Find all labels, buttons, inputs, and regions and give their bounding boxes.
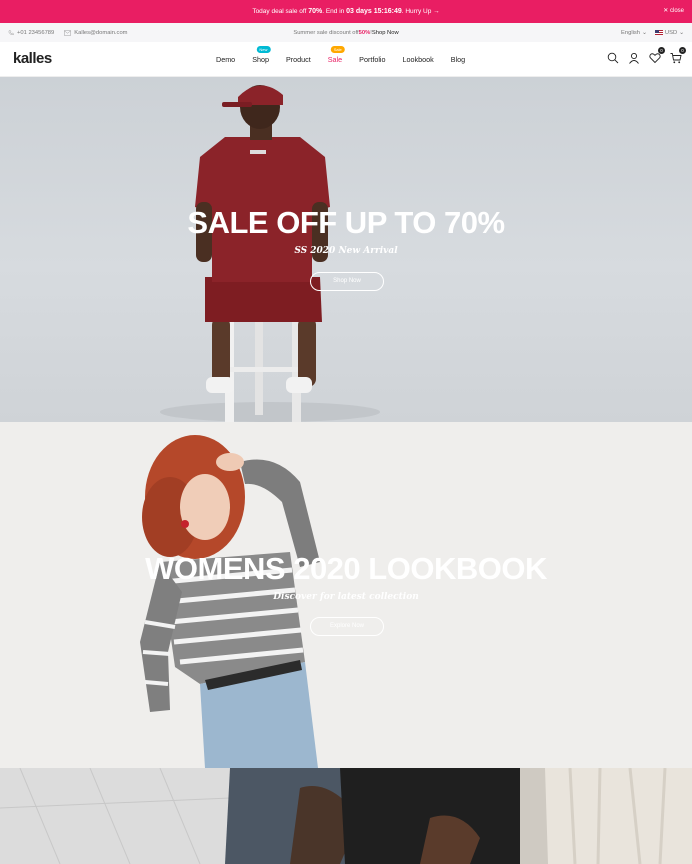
heart-icon (649, 53, 661, 64)
hero-slide-third (0, 768, 692, 864)
us-flag-icon (654, 30, 663, 35)
wishlist-count: 0 (658, 47, 665, 54)
cart-button[interactable]: 0 (670, 47, 686, 64)
hero-model-image (0, 768, 692, 864)
main-nav: Demo Shop New Product Sale Sale Portfolio … (216, 42, 482, 77)
nav-item-portfolio[interactable]: Portfolio (359, 55, 385, 64)
language-select[interactable]: English ⌄ (621, 30, 647, 36)
chevron-down-icon: ⌄ (679, 29, 684, 36)
email-contact[interactable]: Kalles@domain.com (64, 29, 128, 36)
sale-badge: Sale (330, 46, 345, 53)
hero-title: WOMENS 2020 LOOKBOOK (145, 551, 547, 586)
nav-item-demo[interactable]: Demo (216, 55, 235, 64)
hero-subtitle: SS 2020 New Arrival (294, 246, 398, 256)
currency-select[interactable]: USD ⌄ (654, 29, 684, 36)
hero-slide-sale: SALE OFF UP TO 70% SS 2020 New Arrival S… (0, 77, 692, 422)
promo-close-button[interactable]: ✕ close (663, 0, 684, 23)
cart-count: 0 (679, 47, 686, 54)
hero-title: SALE OFF UP TO 70% (187, 205, 505, 240)
search-icon (607, 52, 619, 64)
account-button[interactable] (628, 51, 640, 64)
phone-icon (8, 29, 14, 35)
shop-now-button[interactable]: Shop Now (310, 272, 384, 291)
main-header: kalles Demo Shop New Product Sale Sale Por… (0, 42, 692, 77)
chevron-down-icon: ⌄ (642, 29, 647, 36)
phone-contact[interactable]: +01 23456789 (8, 30, 54, 36)
nav-item-product[interactable]: Product (286, 55, 311, 64)
wishlist-button[interactable]: 0 (649, 47, 665, 64)
nav-item-sale[interactable]: Sale Sale (328, 46, 345, 64)
new-badge: New (256, 46, 271, 53)
nav-item-blog[interactable]: Blog (451, 55, 465, 64)
promo-bar: Today deal sale off 70%. End in 03 days … (0, 0, 692, 23)
search-button[interactable] (607, 51, 619, 64)
explore-now-button[interactable]: Explore Now (310, 617, 384, 636)
user-icon (629, 52, 639, 64)
cart-icon (670, 53, 682, 64)
site-logo[interactable]: kalles (13, 50, 52, 67)
hero-slide-lookbook: WOMENS 2020 LOOKBOOK Discover for latest… (0, 422, 692, 768)
promo-text: Today deal sale off 70%. End in 03 days … (252, 8, 440, 15)
nav-item-shop[interactable]: Shop New (252, 46, 271, 64)
mail-icon (64, 29, 72, 36)
utility-bar: +01 23456789 Kalles@domain.com Summer sa… (0, 23, 692, 42)
nav-item-lookbook[interactable]: Lookbook (403, 55, 434, 64)
hero-subtitle: Discover for latest collection (273, 592, 419, 602)
shop-now-link[interactable]: Shop Now (372, 30, 399, 36)
